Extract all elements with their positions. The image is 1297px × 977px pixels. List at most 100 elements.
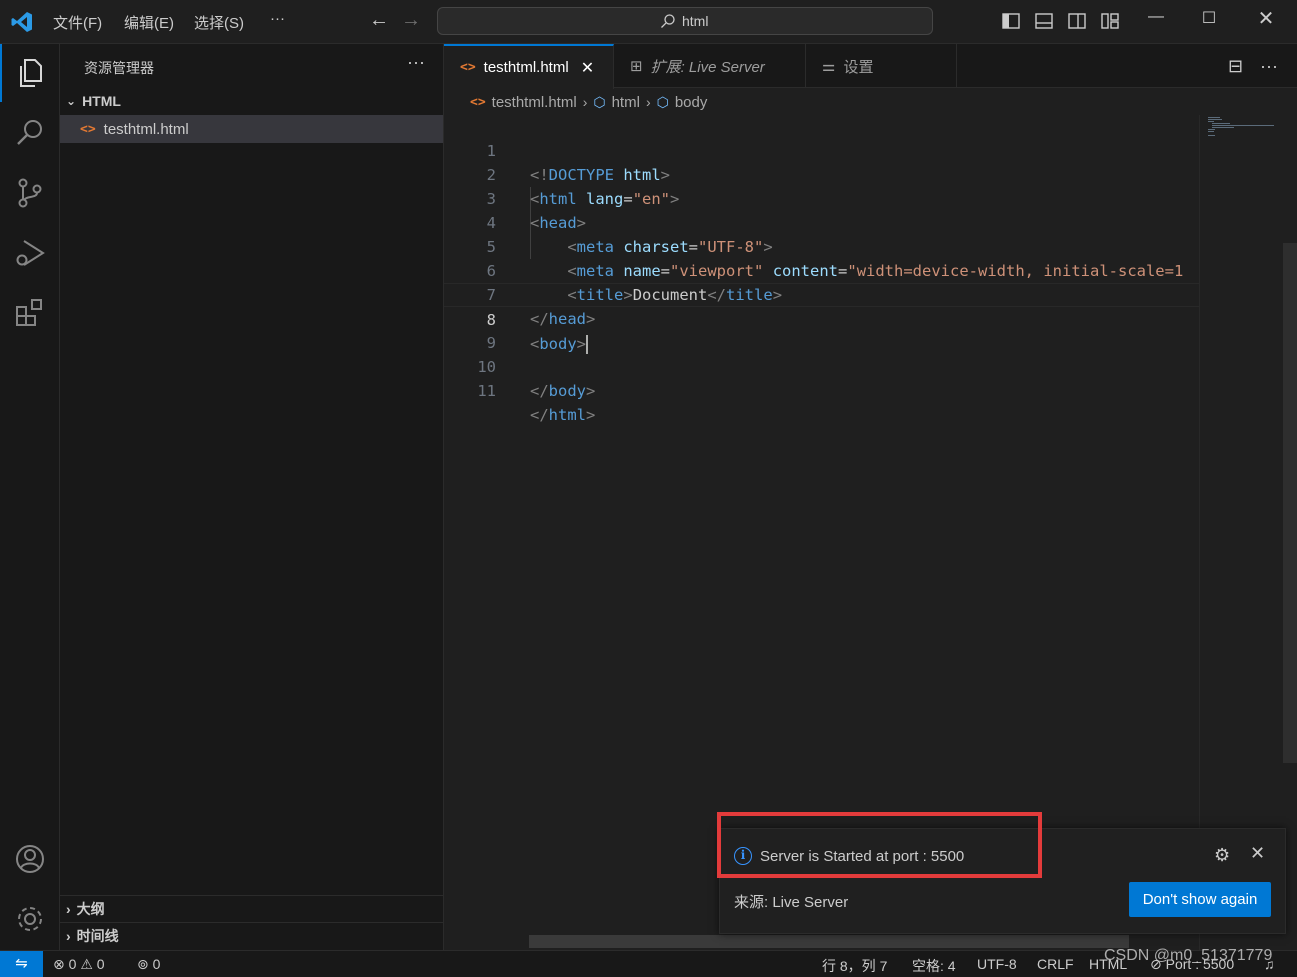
toggle-secondary-sidebar-icon[interactable] <box>1067 11 1087 31</box>
problems-indicator[interactable]: ⊗ 0 ⚠ 0 <box>53 956 105 973</box>
explorer-icon <box>20 59 42 87</box>
ports-count: 0 <box>152 956 161 972</box>
minimap-line <box>1208 131 1214 132</box>
chevron-down-icon: ⌄ <box>66 94 77 108</box>
code-line: 7 </head> <box>444 259 1199 328</box>
account-icon <box>16 845 44 873</box>
section-timeline[interactable]: › 时间线 <box>60 922 443 949</box>
tab-extension-live-server[interactable]: ⊞ 扩展: Live Server <box>614 44 806 88</box>
breadcrumb-html[interactable]: html <box>612 94 640 111</box>
indentation[interactable]: 空格: 4 <box>912 956 956 976</box>
minimap[interactable] <box>1199 115 1281 950</box>
code-line: 4 <meta charset="UTF-8"> <box>444 187 1199 256</box>
chevron-right-icon: › <box>66 901 71 917</box>
back-arrow-icon[interactable]: ← <box>369 9 389 32</box>
code-text: </html> <box>530 406 596 424</box>
minimap-line <box>1212 127 1234 128</box>
minimap-line <box>1212 125 1274 126</box>
activity-run-debug[interactable] <box>0 224 60 282</box>
toggle-primary-sidebar-icon[interactable] <box>1001 11 1021 31</box>
section-label: 大纲 <box>76 901 105 917</box>
activity-accounts[interactable] <box>0 830 60 888</box>
forward-arrow-icon[interactable]: → <box>401 9 421 32</box>
notification-settings-gear-icon[interactable]: ⚙ <box>1214 845 1230 866</box>
activity-extensions[interactable] <box>0 284 60 342</box>
editor-tabs: <> testhtml.html ✕ ⊞ 扩展: Live Server ⚌ 设… <box>444 44 1297 89</box>
close-icon[interactable]: ✕ <box>581 58 594 78</box>
cursor-position[interactable]: 行 8，列 7 <box>822 956 887 976</box>
encoding[interactable]: UTF-8 <box>977 956 1017 972</box>
close-icon[interactable]: ✕ <box>1251 6 1281 32</box>
tab-label: 设置 <box>843 58 874 76</box>
customize-layout-icon[interactable] <box>1100 11 1120 31</box>
scrollbar-thumb[interactable] <box>1283 243 1297 763</box>
code-line: 1 <!DOCTYPE html> <box>444 115 1199 184</box>
error-icon: ⊗ <box>53 956 65 972</box>
settings-sliders-icon: ⚌ <box>822 58 836 75</box>
ports-indicator[interactable]: ⊚ 0 <box>137 956 160 973</box>
tab-label: 扩展: Live Server <box>650 58 765 76</box>
breadcrumb: <> testhtml.html › ⬡ html › ⬡ body <box>444 89 1297 115</box>
section-outline[interactable]: › 大纲 <box>60 895 443 922</box>
activity-explorer[interactable] <box>0 44 60 102</box>
remote-indicator-icon[interactable]: ⇋ <box>0 951 43 977</box>
activity-manage[interactable] <box>0 890 60 948</box>
tab-settings[interactable]: ⚌ 设置 <box>806 44 957 88</box>
menu-file[interactable]: 文件(F) <box>53 12 102 33</box>
activity-search[interactable] <box>0 104 60 162</box>
split-editor-icon[interactable]: ⊟ <box>1228 56 1243 77</box>
chevron-right-icon: › <box>645 94 651 110</box>
tab-testhtml[interactable]: <> testhtml.html ✕ <box>444 44 614 89</box>
minimap-line <box>1208 117 1220 118</box>
menu-more[interactable]: ··· <box>270 10 285 27</box>
current-code-line: 8 <body> <box>444 283 1199 354</box>
minimize-icon[interactable]: — <box>1141 8 1171 34</box>
minimap-line <box>1208 119 1222 120</box>
menu-selection[interactable]: 选择(S) <box>194 12 244 33</box>
symbol-element-icon: ⬡ <box>593 93 606 110</box>
breadcrumb-file[interactable]: testhtml.html <box>492 94 577 111</box>
html-file-icon: <> <box>80 121 96 137</box>
folder-html[interactable]: ⌄ HTML <box>66 93 121 109</box>
html-file-icon: <> <box>460 60 476 75</box>
code-line: 3 <head> <box>444 163 1199 232</box>
red-highlight-box <box>717 812 1042 878</box>
code-line: 11 </html> <box>444 355 1199 424</box>
run-debug-icon <box>16 240 45 266</box>
tab-label: testhtml.html <box>483 59 569 76</box>
minimap-line <box>1208 121 1214 122</box>
minimap-line <box>1212 123 1230 124</box>
menu-edit[interactable]: 编辑(E) <box>124 12 174 33</box>
code-line: 2 <html lang="en"> <box>444 139 1199 208</box>
notification-close-icon[interactable]: ✕ <box>1250 843 1265 864</box>
toggle-panel-icon[interactable] <box>1034 11 1054 31</box>
vertical-scrollbar[interactable] <box>1281 115 1297 950</box>
file-item-testhtml[interactable]: <> testhtml.html <box>60 115 443 143</box>
file-label: testhtml.html <box>103 120 189 138</box>
search-icon <box>661 14 675 28</box>
error-count: 0 <box>68 956 77 972</box>
activity-source-control[interactable] <box>0 164 60 222</box>
watermark: CSDN @m0_51371779 <box>1104 947 1273 964</box>
title-bar: 文件(F) 编辑(E) 选择(S) ··· ← → html — ☐ ✕ <box>0 0 1297 44</box>
horizontal-scrollbar[interactable] <box>529 935 1129 948</box>
extensions-icon: ⊞ <box>630 58 643 75</box>
code-line: 5 <meta name="viewport" content="width=d… <box>444 211 1199 280</box>
command-center[interactable]: html <box>437 7 933 35</box>
code-line: 6 <title>Document</title> <box>444 235 1199 304</box>
broadcast-icon: ⊚ <box>137 956 149 972</box>
extensions-icon <box>16 299 42 326</box>
breadcrumb-body[interactable]: body <box>675 94 708 111</box>
maximize-icon[interactable]: ☐ <box>1194 8 1224 34</box>
folder-label: HTML <box>82 93 121 109</box>
minimap-line <box>1208 129 1215 130</box>
sidebar-more-actions[interactable]: ··· <box>407 52 425 73</box>
chevron-right-icon: › <box>66 928 71 944</box>
code-line: 10 </body> <box>444 331 1199 400</box>
end-of-line[interactable]: CRLF <box>1037 956 1074 972</box>
explorer-sidebar: 资源管理器 ··· ⌄ HTML <> testhtml.html › 大纲 ›… <box>60 44 444 950</box>
status-bar: ⇋ ⊗ 0 ⚠ 0 ⊚ 0 行 8，列 7 空格: 4 UTF-8 CRLF H… <box>0 950 1297 977</box>
dont-show-again-button[interactable]: Don't show again <box>1129 882 1271 917</box>
more-actions-icon[interactable]: ··· <box>1260 56 1278 77</box>
html-file-icon: <> <box>470 94 486 110</box>
